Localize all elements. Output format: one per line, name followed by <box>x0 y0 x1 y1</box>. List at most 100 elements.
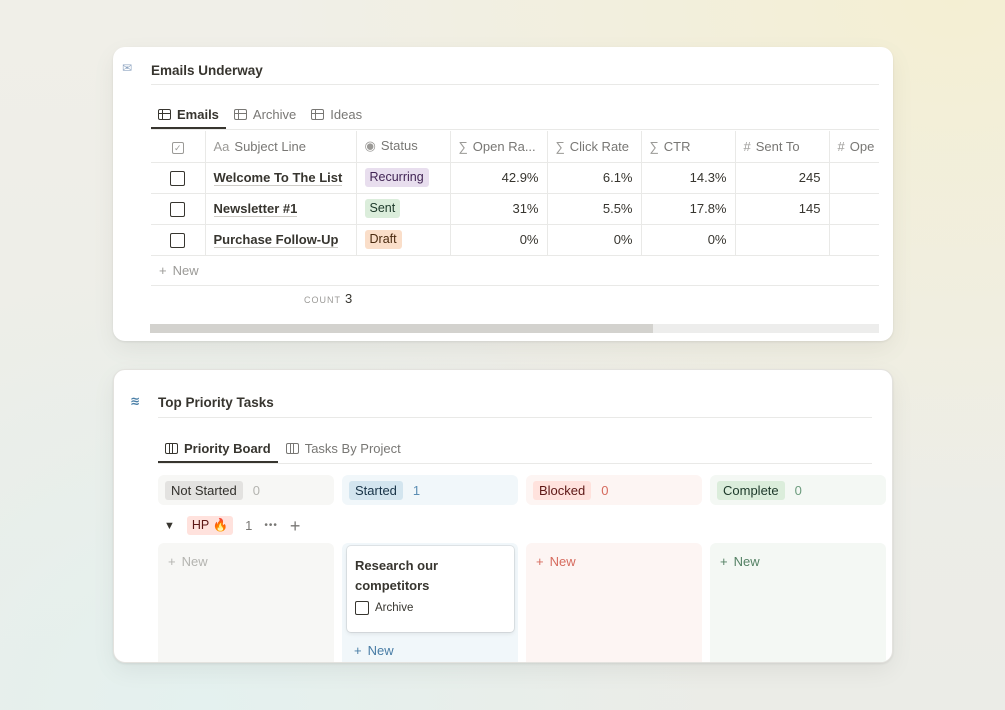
fire-icon: 🔥 <box>212 518 229 532</box>
tab-tasks-by-project[interactable]: Tasks By Project <box>279 441 408 463</box>
checkbox-icon: ✓ <box>171 141 184 154</box>
number-icon: # <box>837 138 845 154</box>
ctr-cell[interactable]: 0% <box>641 224 736 256</box>
status-badge: Sent <box>364 199 401 218</box>
tab-emails[interactable]: Emails <box>151 107 226 129</box>
opens-cell[interactable] <box>829 193 879 225</box>
archive-checkbox[interactable] <box>355 601 369 615</box>
sent-to-cell[interactable] <box>735 224 830 256</box>
click-rate-cell[interactable]: 0% <box>547 224 642 256</box>
horizontal-scrollbar[interactable] <box>150 324 879 333</box>
add-card-button[interactable]: + New <box>168 554 208 569</box>
board-icon <box>165 443 178 454</box>
number-icon: # <box>743 138 751 154</box>
click-rate-cell[interactable]: 6.1% <box>547 162 642 194</box>
column-count: 0 <box>794 482 802 498</box>
tasks-header: Top Priority Tasks <box>158 388 872 418</box>
status-property-icon: ◉ <box>364 138 376 154</box>
ctr-cell[interactable]: 17.8% <box>641 193 736 225</box>
collapse-toggle-icon[interactable]: ▼ <box>164 520 175 532</box>
add-card-button[interactable]: + New <box>720 554 760 569</box>
column-sent-to[interactable]: # Sent To <box>735 131 830 163</box>
table-header-row: ✓ Aa Subject Line ◉ Status ∑ Open Ra... ∑ Cl… <box>151 131 879 163</box>
row-checkbox-cell[interactable] <box>151 162 206 194</box>
task-card[interactable]: Research our competitors Archive <box>347 546 514 632</box>
status-cell[interactable]: Recurring <box>356 162 451 194</box>
ctr-cell[interactable]: 14.3% <box>641 162 736 194</box>
plus-icon: + <box>159 263 167 278</box>
opens-cell[interactable] <box>829 224 879 256</box>
column-body-complete: + New <box>710 543 886 662</box>
formula-icon: ∑ <box>555 138 565 154</box>
click-rate-cell[interactable]: 5.5% <box>547 193 642 225</box>
column-header-started[interactable]: Started 1 <box>342 475 518 505</box>
group-count: 1 <box>245 518 253 533</box>
column-open-rate[interactable]: ∑ Open Ra... <box>450 131 548 163</box>
tab-label: Tasks By Project <box>304 441 401 456</box>
subject-cell[interactable]: Welcome To The List <box>205 162 357 194</box>
row-checkbox-cell[interactable] <box>151 224 206 256</box>
board-icon <box>285 443 299 454</box>
subject-text: Purchase Follow-Up <box>213 232 339 248</box>
add-card-label: New <box>181 554 208 569</box>
column-opens[interactable]: # Ope <box>829 131 879 163</box>
plus-icon: + <box>720 554 728 569</box>
table-row[interactable]: Welcome To The List Recurring 42.9% 6.1%… <box>151 162 879 194</box>
group-label-text: HP <box>191 518 210 532</box>
row-checkbox-cell[interactable] <box>151 193 206 225</box>
more-options-icon[interactable]: ••• <box>264 520 278 531</box>
subject-cell[interactable]: Newsletter #1 <box>205 193 357 225</box>
subject-cell[interactable]: Purchase Follow-Up <box>205 224 357 256</box>
emails-database: ✉ Emails Underway Emails Archive Ideas ✓… <box>113 47 893 341</box>
sent-to-cell[interactable]: 245 <box>735 162 830 194</box>
column-header-complete[interactable]: Complete 0 <box>710 475 886 505</box>
tab-priority-board[interactable]: Priority Board <box>158 441 278 463</box>
column-label: Open Ra... <box>472 138 536 154</box>
tasks-title[interactable]: Top Priority Tasks <box>158 395 274 410</box>
count-value: 3 <box>345 291 353 306</box>
add-group-item-icon[interactable]: + <box>290 517 301 535</box>
tab-label: Ideas <box>330 107 363 122</box>
status-badge: Draft <box>364 230 402 249</box>
add-row-button[interactable]: + New <box>151 256 879 286</box>
add-card-button[interactable]: + New <box>536 554 576 569</box>
subject-text: Welcome To The List <box>213 170 343 186</box>
column-header-blocked[interactable]: Blocked 0 <box>526 475 702 505</box>
tab-ideas[interactable]: Ideas <box>304 107 369 129</box>
scrollbar-thumb[interactable] <box>150 324 653 333</box>
group-label[interactable]: HP 🔥 <box>186 516 234 535</box>
opens-cell[interactable] <box>829 162 879 194</box>
select-all-checkbox[interactable]: ✓ <box>151 131 206 163</box>
row-checkbox[interactable] <box>170 170 186 186</box>
sent-to-cell[interactable]: 145 <box>735 193 830 225</box>
table-row[interactable]: Newsletter #1 Sent 31% 5.5% 17.8% 145 <box>151 193 879 225</box>
task-card-archive-property[interactable]: Archive <box>355 601 506 615</box>
count-summary[interactable]: COUNT 3 <box>304 291 352 306</box>
open-rate-cell[interactable]: 0% <box>450 224 548 256</box>
table-icon <box>311 109 325 120</box>
row-checkbox[interactable] <box>170 201 186 217</box>
task-card-title: Research our competitors <box>355 558 439 593</box>
add-card-label: New <box>549 554 576 569</box>
emails-tabs: Emails Archive Ideas <box>151 97 879 130</box>
column-status[interactable]: ◉ Status <box>356 131 451 163</box>
column-ctr[interactable]: ∑ CTR <box>641 131 736 163</box>
tab-archive[interactable]: Archive <box>227 107 303 129</box>
column-subject-line[interactable]: Aa Subject Line <box>205 131 357 163</box>
column-label: Ope <box>849 138 875 154</box>
column-body-blocked: + New <box>526 543 702 662</box>
row-checkbox[interactable] <box>170 232 186 248</box>
emails-title[interactable]: Emails Underway <box>151 63 263 78</box>
table-row[interactable]: Purchase Follow-Up Draft 0% 0% 0% <box>151 224 879 256</box>
tasks-database: ≋ Top Priority Tasks Priority Board Task… <box>113 369 893 663</box>
formula-icon: ∑ <box>458 138 468 154</box>
text-property-icon: Aa <box>213 138 230 154</box>
open-rate-cell[interactable]: 31% <box>450 193 548 225</box>
status-cell[interactable]: Sent <box>356 193 451 225</box>
status-cell[interactable]: Draft <box>356 224 451 256</box>
column-count: 1 <box>412 482 421 498</box>
column-header-not-started[interactable]: Not Started 0 <box>158 475 334 505</box>
open-rate-cell[interactable]: 42.9% <box>450 162 548 194</box>
add-card-button-started[interactable]: + New <box>354 643 394 658</box>
column-click-rate[interactable]: ∑ Click Rate <box>547 131 642 163</box>
